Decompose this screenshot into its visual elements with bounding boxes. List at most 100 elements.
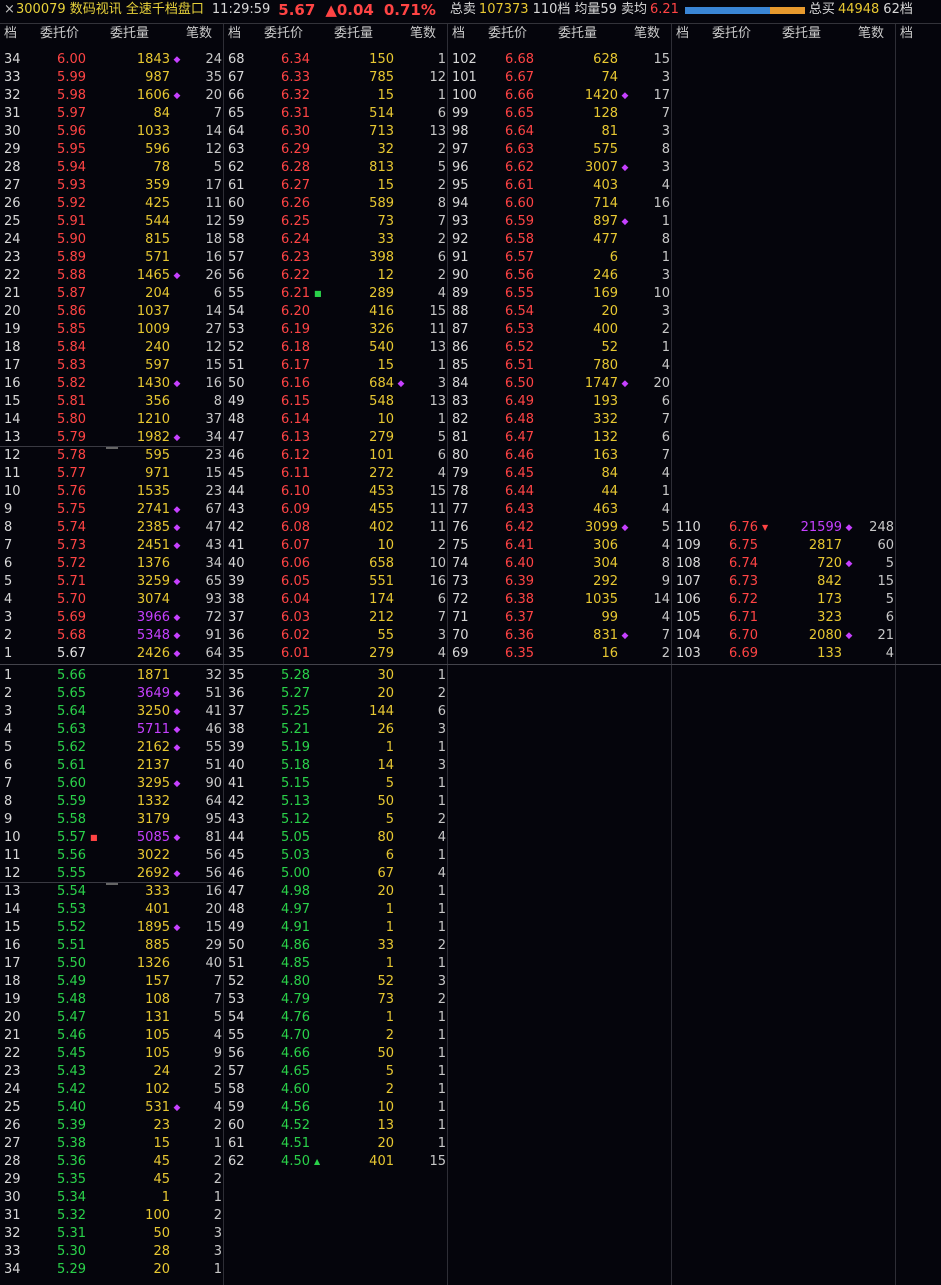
ask-level-row[interactable]: 37 6.03 212 7 (224, 609, 446, 627)
ask-level-row[interactable]: 90 6.56 246 3 (448, 267, 670, 285)
ask-level-row[interactable]: 36 6.02 55 3 (224, 627, 446, 645)
bid-level-row[interactable]: 20 5.47 131 5 (0, 1009, 222, 1027)
ask-level-row[interactable]: 39 6.05 551 16 (224, 573, 446, 591)
ask-level-row[interactable]: 10 5.76 1535 23 (0, 483, 222, 501)
ask-level-row[interactable]: 9 5.75 2741 ◆ 67 (0, 501, 222, 519)
ask-level-row[interactable]: 77 6.43 463 4 (448, 501, 670, 519)
ask-level-row[interactable]: 5 5.71 3259 ◆ 65 (0, 573, 222, 591)
bid-level-row[interactable]: 14 5.53 401 20 (0, 901, 222, 919)
bid-level-row[interactable]: 56 4.66 50 1 (224, 1045, 446, 1063)
ask-level-row[interactable]: 79 6.45 84 4 (448, 465, 670, 483)
ask-level-row[interactable]: 67 6.33 785 12 (224, 69, 446, 87)
ask-level-row[interactable]: 12 5.78 595 23 (0, 447, 222, 465)
ask-level-row[interactable]: 108 6.74 720 ◆ 5 (672, 555, 894, 573)
ask-level-row[interactable]: 44 6.10 453 15 (224, 483, 446, 501)
bid-level-row[interactable]: 30 5.34 1 1 (0, 1189, 222, 1207)
ask-level-row[interactable]: 57 6.23 398 6 (224, 249, 446, 267)
ask-level-row[interactable]: 84 6.50 1747 ◆ 20 (448, 375, 670, 393)
ask-level-row[interactable]: 20 5.86 1037 14 (0, 303, 222, 321)
ask-level-row[interactable]: 26 5.92 425 11 (0, 195, 222, 213)
bid-level-row[interactable]: 12 5.55 2692 ◆ 56 (0, 865, 222, 883)
ask-level-row[interactable]: 43 6.09 455 11 (224, 501, 446, 519)
bid-level-row[interactable]: 9 5.58 3179 95 (0, 811, 222, 829)
ask-level-row[interactable]: 4 5.70 3074 93 (0, 591, 222, 609)
ask-level-row[interactable]: 28 5.94 78 5 (0, 159, 222, 177)
bid-level-row[interactable]: 28 5.36 45 2 (0, 1153, 222, 1171)
bid-level-row[interactable]: 46 5.00 67 4 (224, 865, 446, 883)
bid-level-row[interactable]: 52 4.80 52 3 (224, 973, 446, 991)
bid-level-row[interactable]: 32 5.31 50 3 (0, 1225, 222, 1243)
ask-level-row[interactable]: 13 5.79 1982 ◆ 34 (0, 429, 222, 447)
bid-level-row[interactable]: 54 4.76 1 1 (224, 1009, 446, 1027)
ask-level-row[interactable]: 18 5.84 240 12 (0, 339, 222, 357)
bid-level-row[interactable]: 48 4.97 1 1 (224, 901, 446, 919)
ask-level-row[interactable]: 93 6.59 897 ◆ 1 (448, 213, 670, 231)
ask-level-row[interactable]: 30 5.96 1033 14 (0, 123, 222, 141)
ask-level-row[interactable]: 55 6.21 289 4 (224, 285, 446, 303)
ask-level-row[interactable]: 110 6.76 21599 ◆ 248 (672, 519, 894, 537)
bid-level-row[interactable]: 1 5.66 1871 32 (0, 667, 222, 685)
ask-level-row[interactable]: 56 6.22 12 2 (224, 267, 446, 285)
bid-level-row[interactable]: 51 4.85 1 1 (224, 955, 446, 973)
bid-level-row[interactable]: 2 5.65 3649 ◆ 51 (0, 685, 222, 703)
ask-level-row[interactable]: 17 5.83 597 15 (0, 357, 222, 375)
ask-level-row[interactable]: 74 6.40 304 8 (448, 555, 670, 573)
bid-level-row[interactable]: 59 4.56 10 1 (224, 1099, 446, 1117)
ask-level-row[interactable]: 106 6.72 173 5 (672, 591, 894, 609)
ask-level-row[interactable]: 58 6.24 33 2 (224, 231, 446, 249)
ask-level-row[interactable]: 82 6.48 332 7 (448, 411, 670, 429)
ask-level-row[interactable]: 73 6.39 292 9 (448, 573, 670, 591)
ask-level-row[interactable]: 83 6.49 193 6 (448, 393, 670, 411)
ask-level-row[interactable]: 60 6.26 589 8 (224, 195, 446, 213)
ask-level-row[interactable]: 97 6.63 575 8 (448, 141, 670, 159)
bid-level-row[interactable]: 16 5.51 885 29 (0, 937, 222, 955)
ask-level-row[interactable]: 29 5.95 596 12 (0, 141, 222, 159)
bid-level-row[interactable]: 34 5.29 20 1 (0, 1261, 222, 1279)
ask-level-row[interactable]: 92 6.58 477 8 (448, 231, 670, 249)
bid-level-row[interactable]: 50 4.86 33 2 (224, 937, 446, 955)
bid-level-row[interactable]: 23 5.43 24 2 (0, 1063, 222, 1081)
ask-level-row[interactable]: 41 6.07 10 2 (224, 537, 446, 555)
ask-level-row[interactable]: 22 5.88 1465 ◆ 26 (0, 267, 222, 285)
bid-level-row[interactable]: 17 5.50 1326 40 (0, 955, 222, 973)
ask-level-row[interactable]: 75 6.41 306 4 (448, 537, 670, 555)
close-icon[interactable]: × (4, 0, 16, 20)
ask-level-row[interactable]: 88 6.54 20 3 (448, 303, 670, 321)
bid-level-row[interactable]: 24 5.42 102 5 (0, 1081, 222, 1099)
ask-level-row[interactable]: 46 6.12 101 6 (224, 447, 446, 465)
bid-level-row[interactable]: 49 4.91 1 1 (224, 919, 446, 937)
ask-level-row[interactable]: 68 6.34 150 1 (224, 51, 446, 69)
bid-level-row[interactable]: 61 4.51 20 1 (224, 1135, 446, 1153)
ask-level-row[interactable]: 32 5.98 1606 ◆ 20 (0, 87, 222, 105)
bid-level-row[interactable]: 42 5.13 50 1 (224, 793, 446, 811)
ask-level-row[interactable]: 59 6.25 73 7 (224, 213, 446, 231)
ask-level-row[interactable]: 19 5.85 1009 27 (0, 321, 222, 339)
ask-level-row[interactable]: 6 5.72 1376 34 (0, 555, 222, 573)
ask-level-row[interactable]: 25 5.91 544 12 (0, 213, 222, 231)
bid-level-row[interactable]: 38 5.21 26 3 (224, 721, 446, 739)
ask-level-row[interactable]: 62 6.28 813 5 (224, 159, 446, 177)
bid-level-row[interactable]: 37 5.25 144 6 (224, 703, 446, 721)
bid-level-row[interactable]: 39 5.19 1 1 (224, 739, 446, 757)
bid-level-row[interactable]: 58 4.60 2 1 (224, 1081, 446, 1099)
ask-level-row[interactable]: 103 6.69 133 4 (672, 645, 894, 663)
ask-level-row[interactable]: 16 5.82 1430 ◆ 16 (0, 375, 222, 393)
ask-level-row[interactable]: 109 6.75 2817 60 (672, 537, 894, 555)
ask-level-row[interactable]: 45 6.11 272 4 (224, 465, 446, 483)
ask-level-row[interactable]: 98 6.64 81 3 (448, 123, 670, 141)
ask-level-row[interactable]: 1 5.67 2426 ◆ 64 (0, 645, 222, 663)
bid-level-row[interactable]: 6 5.61 2137 51 (0, 757, 222, 775)
bid-level-row[interactable]: 18 5.49 157 7 (0, 973, 222, 991)
bid-level-row[interactable]: 13 5.54 333 16 (0, 883, 222, 901)
ask-level-row[interactable]: 34 6.00 1843 ◆ 24 (0, 51, 222, 69)
ask-level-row[interactable]: 14 5.80 1210 37 (0, 411, 222, 429)
bid-level-row[interactable]: 62 4.50 401 15 (224, 1153, 446, 1171)
bid-level-row[interactable]: 55 4.70 2 1 (224, 1027, 446, 1045)
ask-level-row[interactable]: 2 5.68 5348 ◆ 91 (0, 627, 222, 645)
ask-level-row[interactable]: 64 6.30 713 13 (224, 123, 446, 141)
bid-level-row[interactable]: 44 5.05 80 4 (224, 829, 446, 847)
bid-level-row[interactable]: 31 5.32 100 2 (0, 1207, 222, 1225)
ask-level-row[interactable]: 47 6.13 279 5 (224, 429, 446, 447)
bid-level-row[interactable]: 21 5.46 105 4 (0, 1027, 222, 1045)
bid-level-row[interactable]: 60 4.52 13 1 (224, 1117, 446, 1135)
